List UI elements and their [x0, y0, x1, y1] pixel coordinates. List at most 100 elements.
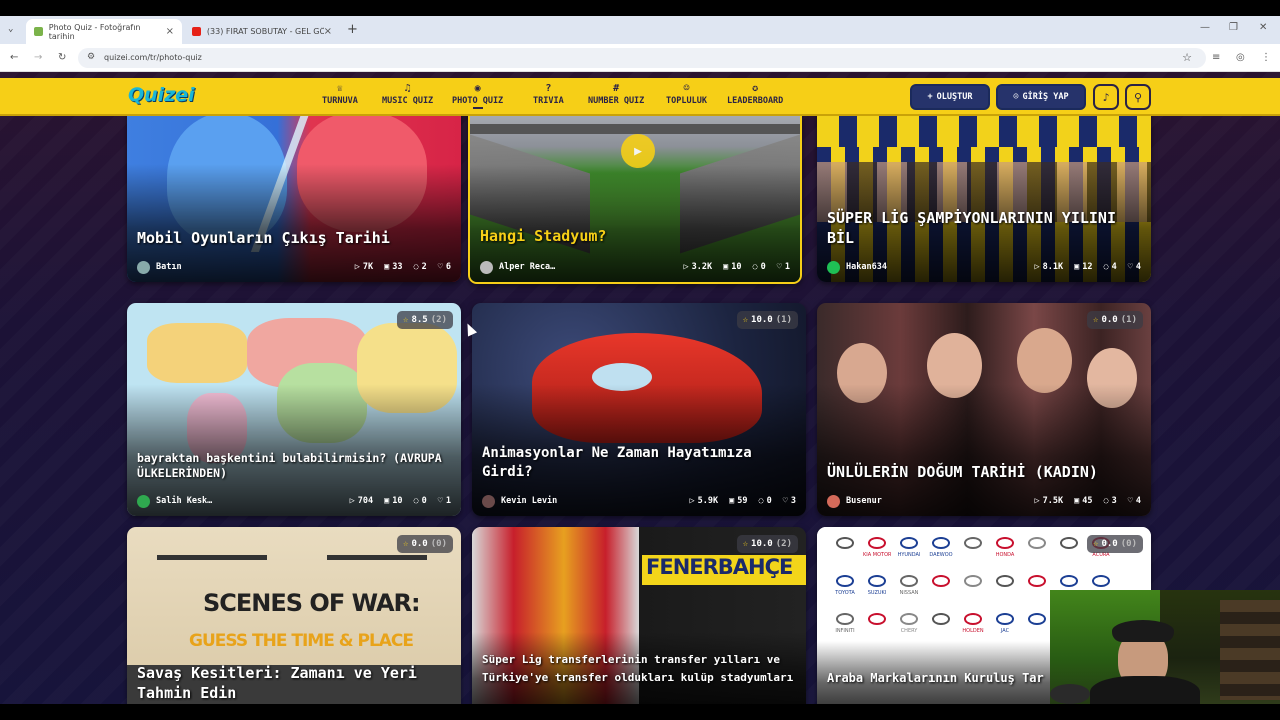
author-name[interactable]: Kevin Levin: [501, 496, 679, 506]
brand-emblem-icon: [868, 575, 886, 587]
author-name[interactable]: Hakan634: [846, 262, 1024, 272]
brand-emblem-icon: [1060, 537, 1078, 549]
url-field[interactable]: ⚙ quizei.com/tr/photo-quiz ☆: [78, 48, 1206, 68]
notification-bell-icon[interactable]: ♪: [1093, 84, 1119, 110]
tab-close-icon[interactable]: ×: [324, 26, 332, 37]
back-icon[interactable]: ←: [10, 52, 18, 63]
quiz-card[interactable]: FENERBAHÇE ☆ 10.0 (2) Süper Lig transferle…: [472, 527, 806, 704]
nav-trivia[interactable]: ? TRIVIA: [533, 82, 564, 106]
brand-logo: KIA MOTORS: [863, 537, 891, 558]
likes-stat[interactable]: ♡ 1: [777, 262, 790, 272]
browser-tab-youtube[interactable]: (33) FIRAT SOBUTAY - GEL GÖR ×: [184, 19, 340, 44]
brand-logo: [1055, 537, 1083, 552]
brand-emblem-icon: [868, 537, 886, 549]
image-icon: ▣: [1074, 496, 1080, 506]
search-icon[interactable]: ⚲: [1125, 84, 1151, 110]
create-button[interactable]: + OLUŞTUR: [910, 84, 990, 110]
nav-photo-quiz[interactable]: ◉ PHOTO QUIZ: [452, 82, 503, 109]
media-control-icon[interactable]: ≡: [1212, 52, 1220, 63]
heart-icon: ♡: [1127, 262, 1133, 272]
likes-stat[interactable]: ♡ 3: [783, 496, 796, 506]
avatar[interactable]: [137, 494, 150, 508]
reload-icon[interactable]: ↻: [58, 52, 66, 63]
maximize-icon[interactable]: ❐: [1229, 22, 1238, 33]
avatar[interactable]: [827, 494, 840, 508]
play-button[interactable]: ▶: [621, 134, 655, 168]
quiz-card-hovered[interactable]: ▶ Hangi Stadyum? Alper Reca… ▷ 3.2K ▣ 10 ◌…: [468, 92, 802, 284]
image-icon: ▣: [729, 496, 735, 506]
tab-list-icon[interactable]: ⌄: [8, 24, 13, 34]
plays-stat: ▷ 8.1K: [1034, 262, 1064, 272]
forward-icon[interactable]: →: [34, 52, 42, 63]
browser-tab-active[interactable]: Photo Quiz - Fotoğrafın tarihin ×: [26, 19, 182, 44]
brand-emblem-icon: [932, 575, 950, 587]
tab-close-icon[interactable]: ×: [166, 26, 174, 37]
avatar[interactable]: [827, 260, 840, 274]
avatar[interactable]: [482, 494, 495, 508]
nav-turnuva[interactable]: ♕ TURNUVA: [322, 82, 358, 106]
card-meta: Alper Reca… ▷ 3.2K ▣ 10 ◌ 0 ♡ 1: [480, 260, 790, 274]
heart-icon: ♡: [437, 496, 443, 506]
author-name[interactable]: Salih Kesk…: [156, 496, 339, 506]
nav-number-quiz[interactable]: # NUMBER QUIZ: [588, 82, 644, 106]
avatar[interactable]: [480, 260, 493, 274]
likes-stat[interactable]: ♡ 4: [1128, 496, 1141, 506]
login-button[interactable]: ☺ GİRİŞ YAP: [996, 84, 1086, 110]
avatar[interactable]: [137, 260, 150, 274]
brand-emblem-icon: [836, 575, 854, 587]
user-icon: ☺: [1013, 92, 1019, 102]
youtube-favicon-icon: [192, 27, 201, 36]
brand-logo: [959, 537, 987, 552]
quiz-card[interactable]: SÜPER LİG ŞAMPİYONLARININ YILINI BİL Hak…: [817, 92, 1151, 282]
brand-emblem-icon: [868, 613, 886, 625]
brand-emblem-icon: [836, 613, 854, 625]
brand-logo: JAC: [991, 613, 1019, 634]
comment-icon: ◌: [413, 496, 419, 506]
browser-tab-strip: ⌄ Photo Quiz - Fotoğrafın tarihin × (33)…: [0, 16, 1280, 44]
quiz-card[interactable]: ☆ 0.0 (1) ÜNLÜLERİN DOĞUM TARİHİ (KADIN) B…: [817, 303, 1151, 516]
brand-logo: TOYOTA: [831, 575, 859, 596]
quiz-card[interactable]: SCENES OF WAR: GUESS THE TIME & PLACE ☆ 0…: [127, 527, 461, 704]
quizei-logo[interactable]: Quizei: [128, 84, 195, 106]
card-title: Araba Markalarının Kuruluş Tar Hangi Ülk…: [827, 671, 1047, 685]
browser-menu-icon[interactable]: ⋮: [1261, 52, 1271, 63]
card-meta: Busenur ▷ 7.5K ▣ 45 ◌ 3 ♡ 4: [827, 494, 1141, 508]
brand-emblem-icon: [964, 537, 982, 549]
address-bar-row: ← → ↻ ⚙ quizei.com/tr/photo-quiz ☆ ≡ ◎ ⋮: [0, 44, 1280, 72]
image-icon: ▣: [1074, 262, 1080, 272]
heart-icon: ♡: [782, 496, 788, 506]
heart-icon: ♡: [776, 262, 782, 272]
medal-icon: ✪: [752, 83, 759, 94]
star-icon: ☆: [742, 315, 749, 325]
bookmark-star-icon[interactable]: ☆: [1182, 51, 1192, 64]
brand-name: HYUNDAI: [897, 552, 921, 558]
plays-stat: ▷ 5.9K: [689, 496, 719, 506]
plays-stat: ▷ 3.2K: [683, 262, 713, 272]
nav-topluluk[interactable]: ☺ TOPLULUK: [666, 82, 707, 106]
window-close-icon[interactable]: ✕: [1259, 22, 1267, 33]
nav-leaderboard[interactable]: ✪ LEADERBOARD: [727, 82, 783, 106]
site-info-icon[interactable]: ⚙: [87, 52, 95, 62]
brand-logo: DAEWOO: [927, 537, 955, 558]
quiz-card[interactable]: ☆ 10.0 (1) Animasyonlar Ne Zaman Hayatımız…: [472, 303, 806, 516]
quiz-card[interactable]: ☆ 8.5 (2) bayraktan başkentini bulabilirmi…: [127, 303, 461, 516]
play-icon: ▷: [689, 496, 695, 506]
author-name[interactable]: Batın: [156, 262, 344, 272]
profile-icon[interactable]: ◎: [1236, 52, 1245, 63]
brand-emblem-icon: [1060, 575, 1078, 587]
url-text: quizei.com/tr/photo-quiz: [104, 53, 202, 62]
author-name[interactable]: Alper Reca…: [499, 262, 673, 272]
new-tab-button[interactable]: +: [347, 22, 358, 37]
card-title: bayraktan başkentini bulabilirmisin? (AV…: [137, 450, 442, 481]
likes-stat[interactable]: ♡ 1: [438, 496, 451, 506]
minimize-icon[interactable]: —: [1200, 22, 1210, 33]
brand-logo: [959, 575, 987, 590]
card-meta: Hakan634 ▷ 8.1K ▣ 12 ◌ 4 ♡ 4: [827, 260, 1141, 274]
likes-stat[interactable]: ♡ 4: [1128, 262, 1141, 272]
author-name[interactable]: Busenur: [846, 496, 1024, 506]
brand-emblem-icon: [1028, 575, 1046, 587]
quiz-card[interactable]: Mobil Oyunların Çıkış Tarihi Batın ▷ 7K ▣…: [127, 92, 461, 282]
brand-name: KIA MOTORS: [863, 552, 891, 558]
likes-stat[interactable]: ♡ 6: [438, 262, 451, 272]
nav-music-quiz[interactable]: ♫ MUSIC QUIZ: [382, 82, 433, 106]
